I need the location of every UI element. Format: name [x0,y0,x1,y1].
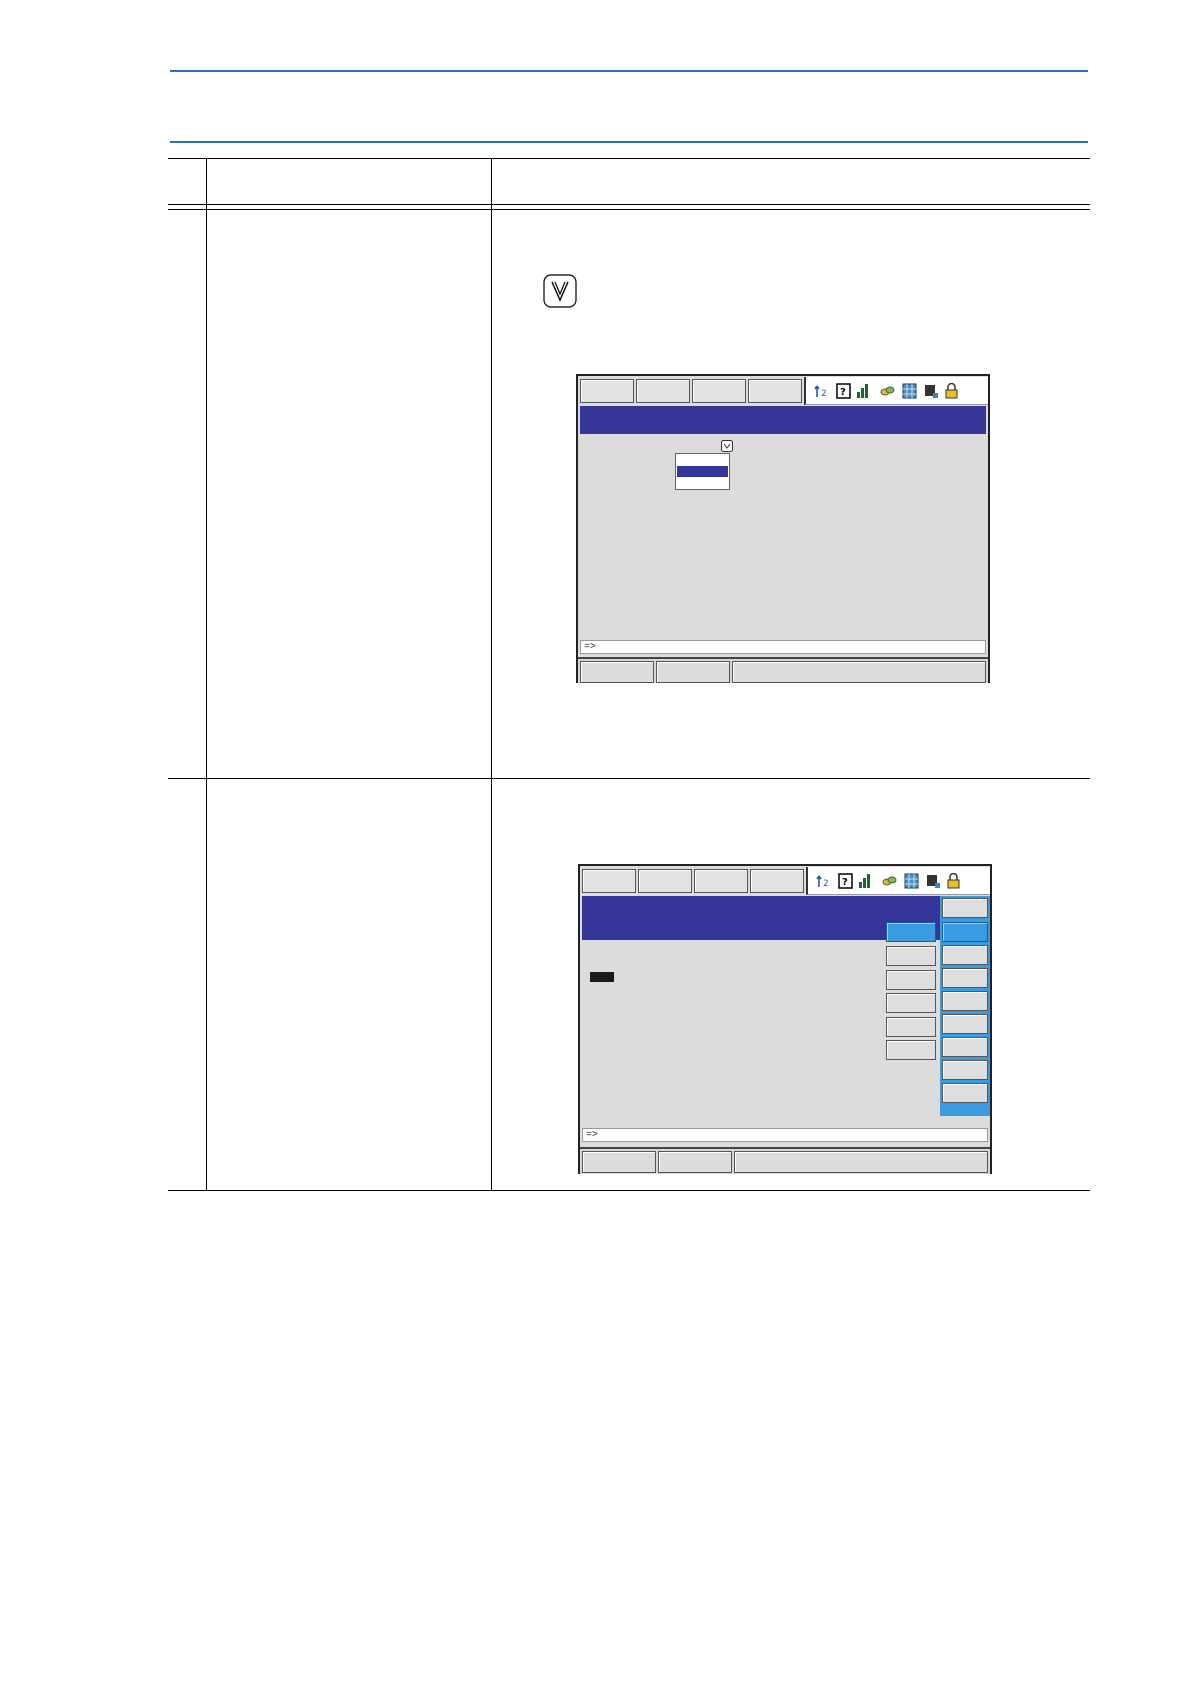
lock-icon [947,873,960,889]
tab-4[interactable] [748,379,802,403]
submenu-item-4[interactable] [886,993,936,1013]
main-menu-item-4[interactable] [942,968,988,988]
help-icon: ? [836,383,851,399]
header-rule-bottom [170,141,1088,143]
dropdown-arrow-icon[interactable] [721,439,733,452]
main-menu-panel [940,896,990,1116]
main-menu-item-9[interactable] [942,1083,988,1103]
lock-icon [945,383,958,399]
submenu-item-1[interactable] [886,922,936,942]
device-icon [927,875,940,888]
arrow-icon: 2 [814,385,827,399]
link-icon [880,386,895,396]
submenu-item-2[interactable] [886,946,936,966]
status-icon-strip: 2 ? [804,377,988,405]
main-menu-item-6[interactable] [942,1014,988,1034]
table-bottom-border [168,1190,1090,1191]
svg-text:?: ? [842,877,848,888]
simple-menu-tab[interactable] [638,869,692,893]
signal-icon [857,384,868,398]
bottom-status-field [734,1151,988,1173]
text-cursor [590,972,614,982]
bottom-button-1[interactable] [582,1151,656,1173]
help-icon: ? [838,873,853,889]
simple-menu-tab[interactable] [636,379,690,403]
dropdown-list[interactable] [675,453,730,490]
tab-4[interactable] [750,869,804,893]
header-rule-top [170,70,1088,72]
select-key-icon [543,274,577,308]
tab-3[interactable] [694,869,748,893]
device-icon [925,385,938,398]
bottom-button-bar [580,1147,990,1174]
grid-icon [904,873,919,889]
table-header-rule-1 [168,204,1090,205]
table-top-border [168,158,1090,159]
pendant-screen-1: 2 ? => [576,374,990,683]
submenu-item-3[interactable] [886,970,936,990]
submenu-item-6[interactable] [886,1040,936,1060]
dropdown-option-selected[interactable] [677,466,728,477]
pendant-screen-2: 2 ? => [578,864,992,1174]
tab-3[interactable] [692,379,746,403]
bottom-button-1[interactable] [580,661,654,683]
main-menu-item-8[interactable] [942,1060,988,1080]
main-menu-item-1[interactable] [942,898,988,918]
arrow-icon: 2 [816,875,829,889]
bottom-status-field [732,661,986,683]
link-icon [882,876,897,886]
table-col-divider-1 [206,158,207,1190]
main-menu-item-2[interactable] [942,922,988,942]
status-icon-strip: 2 ? [806,867,990,895]
main-menu-item-5[interactable] [942,991,988,1011]
table-col-divider-2 [491,158,492,1190]
table-header-rule-2 [168,209,1090,210]
main-menu-tab[interactable] [582,869,636,893]
input-line[interactable]: => [582,1128,988,1142]
bottom-button-2[interactable] [658,1151,732,1173]
submenu-item-5[interactable] [886,1017,936,1037]
screen-title-bar [580,406,986,434]
svg-text:2: 2 [821,389,827,399]
bottom-button-bar [578,657,988,683]
svg-text:?: ? [840,387,846,398]
svg-text:2: 2 [823,879,829,889]
signal-icon [859,874,870,888]
input-line[interactable]: => [580,640,986,654]
main-menu-item-3[interactable] [942,945,988,965]
table-row-divider [168,778,1090,779]
grid-icon [902,383,917,399]
main-menu-tab[interactable] [580,379,634,403]
bottom-button-2[interactable] [656,661,730,683]
main-menu-item-7[interactable] [942,1037,988,1057]
